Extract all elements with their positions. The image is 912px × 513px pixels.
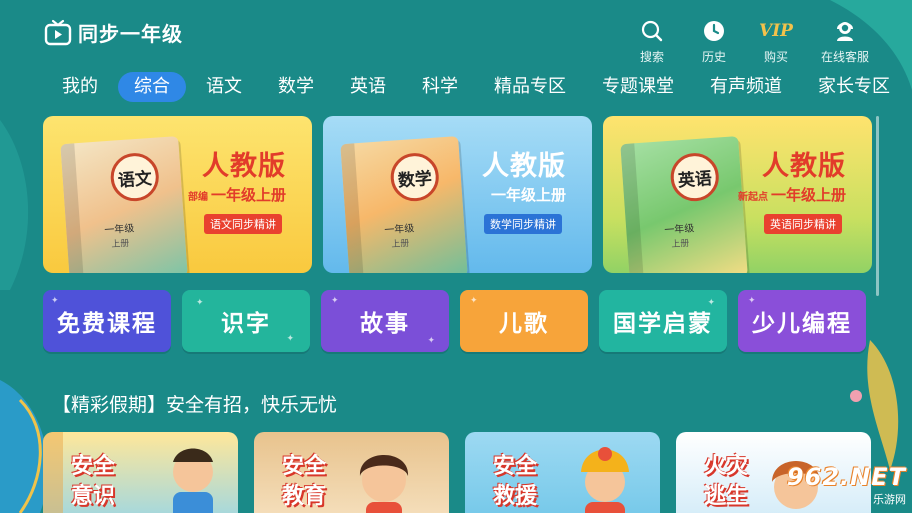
- safety-education-card[interactable]: 安全教育: [254, 432, 449, 513]
- banner-volume-text: 一年级上册: [210, 186, 286, 204]
- stories-label: 故事: [360, 311, 410, 337]
- purchase-button[interactable]: VIP 购买: [756, 18, 796, 65]
- tab-science[interactable]: 科学: [406, 72, 474, 102]
- card-label: 安全教育: [282, 454, 327, 509]
- app-logo: 同步一年级: [44, 18, 183, 47]
- songs-button[interactable]: ✦ 儿歌: [460, 290, 588, 352]
- coding-button[interactable]: ✦ 少儿编程: [738, 290, 866, 352]
- watermark-number: 962.NET: [786, 463, 906, 491]
- tab-audio[interactable]: 有声频道: [694, 72, 798, 102]
- banner-volume: 新起点 一年级上册: [738, 184, 846, 205]
- search-button[interactable]: 搜索: [632, 18, 672, 65]
- header: 同步一年级 搜索 历史 VIP 购买 在线客服: [0, 0, 912, 70]
- banner-tagline: 英语同步精讲: [764, 214, 842, 234]
- textbook-cover: 英语 一年级 上册: [620, 136, 748, 273]
- coding-label: 少儿编程: [752, 311, 852, 337]
- stories-button[interactable]: ✦ ✦ 故事: [321, 290, 449, 352]
- literacy-label: 识字: [221, 311, 271, 337]
- tab-general[interactable]: 综合: [118, 72, 186, 102]
- watermark-sub: 乐游网: [873, 493, 906, 506]
- holiday-cards: 安全意识 安全教育 安全救援 火灾逃生: [43, 432, 871, 513]
- free-courses-button[interactable]: ✦ 免费课程: [43, 290, 171, 352]
- customer-service-icon: [837, 22, 853, 41]
- banner-edition: 人教版: [202, 151, 286, 182]
- book-grade: 一年级: [384, 223, 415, 237]
- banner-english[interactable]: 英语 一年级 上册 人教版 新起点 一年级上册 英语同步精讲: [603, 116, 872, 273]
- banner-tagline: 语文同步精讲: [204, 214, 282, 234]
- tv-icon: [44, 19, 72, 45]
- book-subject: 英语: [669, 151, 721, 203]
- book-term: 上册: [391, 238, 410, 250]
- literacy-button[interactable]: ✦ ✦ 识字: [182, 290, 310, 352]
- tab-chinese[interactable]: 语文: [190, 72, 258, 102]
- customer-service-label: 在线客服: [820, 50, 869, 64]
- tab-topic-class[interactable]: 专题课堂: [586, 72, 690, 102]
- songs-label: 儿歌: [499, 311, 549, 337]
- banner-math[interactable]: 数学 一年级 上册 人教版 一年级上册 数学同步精讲: [323, 116, 592, 273]
- banner-prefix: 新起点: [737, 192, 768, 203]
- safety-awareness-card[interactable]: 安全意识: [43, 432, 238, 513]
- banner-chinese[interactable]: 语文 一年级 上册 人教版 部编 一年级上册 语文同步精讲: [43, 116, 312, 273]
- banner-volume: 一年级上册: [490, 186, 566, 204]
- purchase-label: 购买: [763, 50, 788, 64]
- classics-button[interactable]: ✦ 国学启蒙: [599, 290, 727, 352]
- tab-english[interactable]: 英语: [334, 72, 402, 102]
- book-grade: 一年级: [104, 223, 135, 237]
- history-label: 历史: [701, 50, 726, 64]
- banner-volume: 部编 一年级上册: [188, 184, 286, 205]
- clock-icon: [704, 21, 724, 41]
- book-term: 上册: [671, 238, 690, 250]
- textbook-cover: 语文 一年级 上册: [60, 136, 188, 273]
- safety-rescue-card[interactable]: 安全救援: [465, 432, 660, 513]
- banner-edition: 人教版: [762, 151, 846, 182]
- vip-icon: VIP: [759, 21, 793, 41]
- category-nav: 我的 综合 语文 数学 英语 科学 精品专区 专题课堂 有声频道 家长专区: [46, 72, 910, 102]
- site-watermark: 962.NET 乐游网: [787, 463, 906, 507]
- book-term: 上册: [111, 238, 130, 250]
- customer-service-button[interactable]: 在线客服: [818, 18, 872, 65]
- tab-mine[interactable]: 我的: [46, 72, 114, 102]
- book-subject: 语文: [109, 151, 161, 203]
- tab-math[interactable]: 数学: [262, 72, 330, 102]
- textbook-cover: 数学 一年级 上册: [340, 136, 468, 273]
- card-label: 安全救援: [493, 454, 538, 509]
- tab-parents[interactable]: 家长专区: [802, 72, 906, 102]
- banner-edition: 人教版: [482, 151, 566, 182]
- banner-tagline: 数学同步精讲: [484, 214, 562, 234]
- classics-label: 国学启蒙: [613, 311, 713, 337]
- section-title: 【精彩假期】安全有招，快乐无忧: [52, 394, 338, 416]
- book-grade: 一年级: [664, 223, 695, 237]
- textbook-banners: 语文 一年级 上册 人教版 部编 一年级上册 语文同步精讲 数学 一年级 上册 人…: [43, 116, 872, 273]
- category-buttons: ✦ 免费课程 ✦ ✦ 识字 ✦ ✦ 故事 ✦ 儿歌 ✦ 国学启蒙 ✦ 少儿编程: [43, 290, 866, 352]
- app-title: 同步一年级: [78, 22, 183, 46]
- search-label: 搜索: [639, 50, 664, 64]
- book-subject: 数学: [389, 151, 441, 203]
- banner-prefix: 部编: [187, 192, 208, 203]
- history-button[interactable]: 历史: [694, 18, 734, 65]
- search-icon: [641, 20, 663, 42]
- banner-volume-text: 一年级上册: [770, 186, 846, 204]
- top-actions: 搜索 历史 VIP 购买 在线客服: [632, 18, 872, 65]
- free-courses-label: 免费课程: [57, 311, 157, 337]
- scrollbar[interactable]: [876, 116, 879, 296]
- card-label: 安全意识: [71, 454, 116, 509]
- card-label: 火灾逃生: [704, 454, 749, 509]
- tab-premium[interactable]: 精品专区: [478, 72, 582, 102]
